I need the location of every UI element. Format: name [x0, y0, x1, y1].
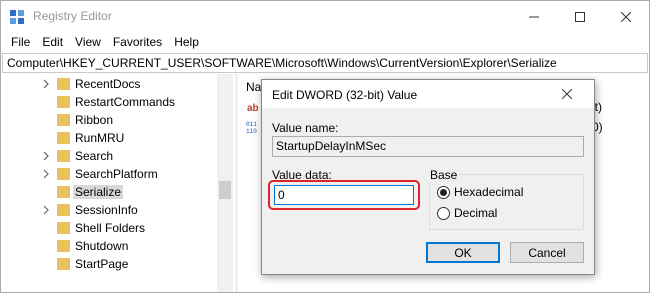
folder-icon	[57, 186, 70, 198]
tree-item[interactable]: Serialize	[1, 183, 221, 201]
tree-item[interactable]: RecentDocs	[1, 75, 221, 93]
hexadecimal-label[interactable]: Hexadecimal	[454, 185, 523, 199]
folder-icon	[57, 204, 70, 216]
value-name-field: StartupDelayInMSec	[272, 136, 584, 157]
chevron-right-icon[interactable]	[42, 169, 50, 179]
svg-text:011: 011	[246, 121, 257, 128]
tree-item[interactable]: Shutdown	[1, 237, 221, 255]
tree-item-label: Search	[75, 149, 114, 163]
folder-icon	[57, 132, 70, 144]
tree-item[interactable]: SessionInfo	[1, 201, 221, 219]
menu-view[interactable]: View	[69, 32, 107, 52]
registry-editor-window: Registry Editor File Edit View Favorites…	[0, 0, 650, 293]
folder-icon	[57, 78, 70, 90]
column-header-name[interactable]: Na	[246, 80, 261, 94]
tree-item-label: SessionInfo	[75, 203, 138, 217]
hexadecimal-radio[interactable]	[437, 186, 450, 199]
decimal-radio[interactable]	[437, 207, 450, 220]
window-title: Registry Editor	[33, 9, 112, 23]
tree-item-label: Ribbon	[75, 113, 114, 127]
tree-item-label: SearchPlatform	[75, 167, 158, 181]
tree-scrollbar-thumb[interactable]	[219, 181, 231, 199]
tree-item-label: Serialize	[73, 185, 124, 199]
tree-item-label: RecentDocs	[75, 77, 141, 91]
maximize-icon	[575, 11, 585, 22]
tree-item[interactable]: Shell Folders	[1, 219, 221, 237]
folder-icon	[57, 222, 70, 234]
tree-item[interactable]: SearchPlatform	[1, 165, 221, 183]
svg-text:110: 110	[246, 128, 257, 134]
maximize-button[interactable]	[557, 1, 603, 32]
string-value-icon: ab	[246, 100, 262, 114]
menu-edit[interactable]: Edit	[36, 32, 69, 52]
menu-help[interactable]: Help	[168, 32, 205, 52]
chevron-right-icon[interactable]	[42, 151, 50, 161]
dialog-close-button[interactable]	[552, 84, 582, 104]
folder-icon	[57, 258, 70, 270]
decimal-label[interactable]: Decimal	[454, 206, 497, 220]
chevron-right-icon[interactable]	[42, 79, 50, 89]
cancel-button[interactable]: Cancel	[510, 242, 584, 263]
tree-item-label: RunMRU	[75, 131, 125, 145]
close-icon	[621, 11, 631, 22]
close-button[interactable]	[603, 1, 649, 32]
key-tree: RecentDocs RestartCommands Ribbon RunMRU Sea…	[1, 74, 233, 292]
menu-file[interactable]: File	[5, 32, 36, 52]
base-label: Base	[428, 168, 460, 182]
tree-item[interactable]: Search	[1, 147, 221, 165]
tree-item[interactable]: Ribbon	[1, 111, 221, 129]
folder-icon	[57, 240, 70, 252]
registry-editor-icon	[10, 10, 24, 24]
dialog-title: Edit DWORD (32-bit) Value	[272, 88, 418, 102]
base-group-box	[429, 174, 584, 230]
dialog-title-bar: Edit DWORD (32-bit) Value	[262, 80, 594, 108]
folder-icon	[57, 96, 70, 108]
address-bar[interactable]: Computer\HKEY_CURRENT_USER\SOFTWARE\Micr…	[2, 53, 648, 73]
tree-item-label: Shutdown	[75, 239, 129, 253]
tree-item[interactable]: RunMRU	[1, 129, 221, 147]
menu-bar: File Edit View Favorites Help	[1, 32, 649, 52]
tree-item[interactable]: StartPage	[1, 255, 221, 273]
edit-dword-dialog: Edit DWORD (32-bit) Value Value name: St…	[261, 79, 595, 275]
chevron-right-icon[interactable]	[42, 205, 50, 215]
tree-item-label: RestartCommands	[75, 95, 176, 109]
folder-icon	[57, 114, 70, 126]
tree-item-label: Shell Folders	[75, 221, 146, 235]
value-name-label: Value name:	[272, 121, 339, 135]
binary-value-icon: 011 110	[246, 121, 257, 134]
tree-item-label: StartPage	[75, 257, 129, 271]
value-data-input[interactable]	[274, 185, 414, 205]
minimize-button[interactable]	[511, 1, 557, 32]
close-icon	[562, 89, 572, 99]
ok-button[interactable]: OK	[426, 242, 500, 263]
tree-item[interactable]: RestartCommands	[1, 93, 221, 111]
minimize-icon	[529, 16, 539, 17]
title-bar: Registry Editor	[1, 1, 649, 32]
folder-icon	[57, 150, 70, 162]
svg-text:ab: ab	[247, 103, 259, 114]
folder-icon	[57, 168, 70, 180]
menu-favorites[interactable]: Favorites	[107, 32, 168, 52]
